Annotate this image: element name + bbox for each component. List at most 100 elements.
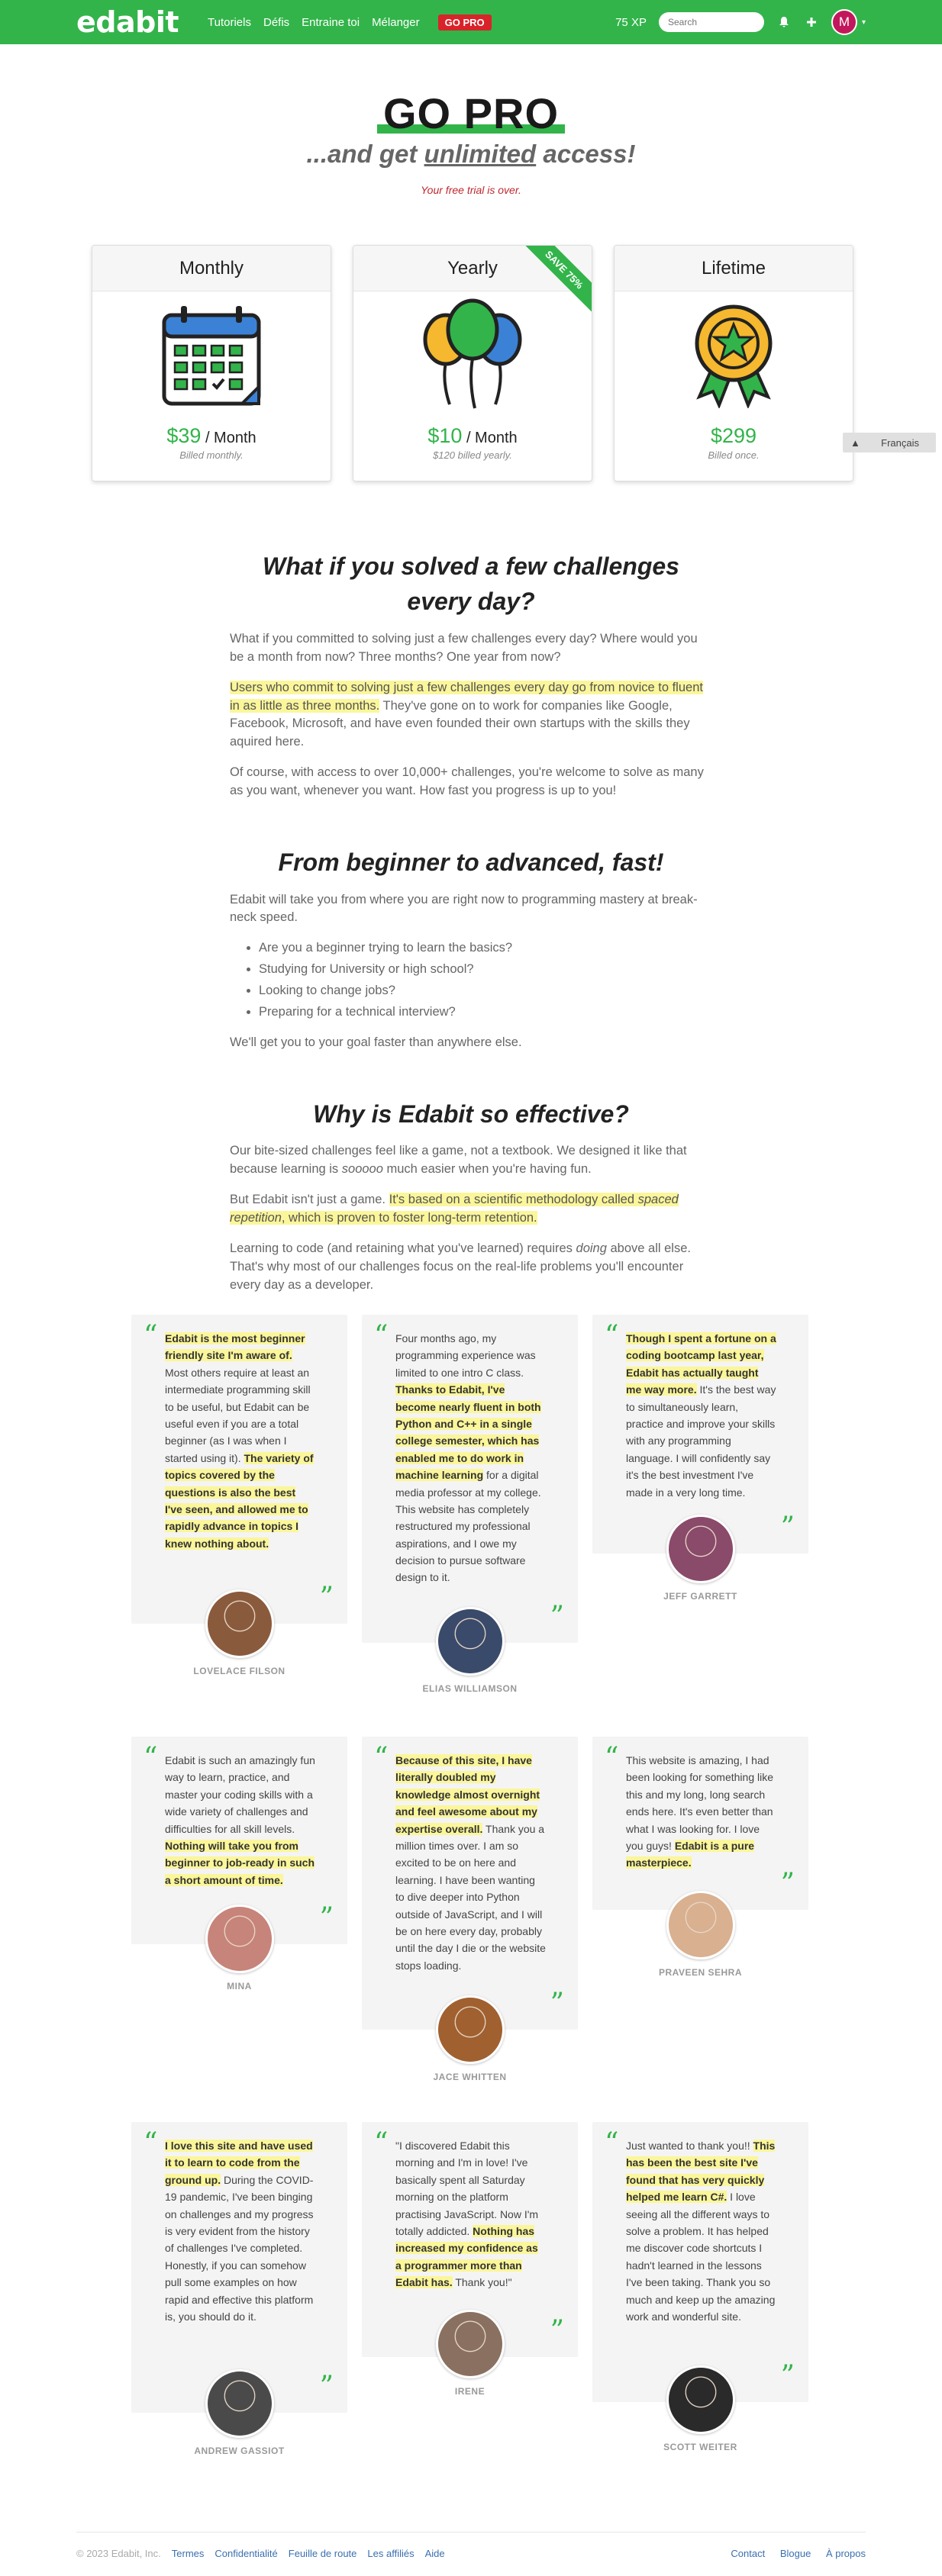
plan-billing: Billed monthly. [179, 449, 244, 461]
plan-card-yearly[interactable]: Yearly SAVE 75% $10 / Month $120 billed … [353, 245, 592, 481]
paragraph: Users who commit to solving just a few c… [230, 680, 703, 749]
footer-link-terms[interactable]: Termes [172, 2548, 205, 2559]
calendar-icon [92, 298, 331, 412]
paragraph: Edabit will take you from where you are … [230, 892, 698, 925]
plan-price: $10 / Month [427, 424, 518, 447]
testimonial-name: ELIAS WILLIAMSON [422, 1683, 518, 1694]
hero: GO PRO ...and get unlimited access! Your… [0, 44, 942, 196]
testimonial-text: This website is amazing, I had been look… [626, 1754, 774, 1869]
open-quote-icon: “ [374, 1742, 389, 1773]
list-item: Preparing for a technical interview? [259, 1003, 712, 1022]
testimonial-author: IRENE [362, 2310, 578, 2397]
testimonial-author: MINA [131, 1905, 347, 1992]
pricing-plans: Monthly $39 / Month Billed monthly. Year… [0, 245, 942, 481]
avatar [666, 1891, 735, 1959]
chevron-down-icon[interactable]: ▾ [862, 18, 866, 27]
open-quote-icon: “ [374, 2127, 389, 2159]
nav-link-tutorials[interactable]: Tutoriels [208, 16, 251, 29]
testimonial-author: SCOTT WEITER [592, 2365, 808, 2452]
paragraph: What if you committed to solving just a … [230, 631, 698, 664]
list-item: Studying for University or high school? [259, 961, 712, 979]
trial-notice: Your free trial is over. [421, 184, 521, 196]
plan-price: $299 [710, 424, 757, 447]
testimonial-text: Edabit is the most beginner friendly sit… [165, 1332, 314, 1550]
open-quote-icon: “ [144, 1320, 158, 1351]
avatar [435, 2310, 505, 2378]
testimonial-name: JEFF GARRETT [663, 1591, 737, 1602]
section-title: Why is Edabit so effective? [313, 1100, 629, 1128]
testimonial-card: “Four months ago, my programming experie… [362, 1315, 578, 1643]
user-avatar[interactable]: M [831, 9, 857, 35]
open-quote-icon: “ [605, 1742, 619, 1773]
testimonial-text: Just wanted to thank you!! This has been… [626, 2140, 776, 2323]
nav-right: 75 XP M ▾ [615, 9, 866, 35]
footer-link-help[interactable]: Aide [425, 2548, 445, 2559]
footer-right: Contact Blogue À propos [718, 2548, 866, 2559]
plan-billing: Billed once. [708, 449, 760, 461]
open-quote-icon: “ [144, 1742, 158, 1773]
paragraph: Learning to code (and retaining what you… [230, 1241, 691, 1292]
list-item: Are you a beginner trying to learn the b… [259, 939, 712, 958]
footer-link-roadmap[interactable]: Feuille de route [289, 2548, 357, 2559]
list-item: Looking to change jobs? [259, 982, 712, 1000]
avatar [666, 1515, 735, 1583]
paragraph: We'll get you to your goal faster than a… [230, 1035, 522, 1050]
nav-links: Tutoriels Défis Entraine toi Mélanger GO… [208, 14, 492, 31]
testimonial-author: LOVELACE FILSON [131, 1589, 347, 1676]
nav-link-practice[interactable]: Entraine toi [302, 16, 360, 29]
page: edabit Tutoriels Défis Entraine toi Méla… [0, 0, 942, 2576]
avatar [435, 1995, 505, 2064]
bell-icon[interactable] [776, 14, 792, 30]
testimonial-text: Because of this site, I have literally d… [395, 1754, 546, 1972]
testimonial-text: Four months ago, my programming experien… [395, 1332, 541, 1584]
content: What if you solved a few challenges ever… [230, 549, 712, 1295]
footer-link-privacy[interactable]: Confidentialité [215, 2548, 277, 2559]
footer-link-about[interactable]: À propos [826, 2548, 866, 2559]
avatar [435, 1607, 505, 1676]
testimonial-card: “This website is amazing, I had been loo… [592, 1737, 808, 1910]
language-selector[interactable]: ▲ Français [843, 433, 936, 452]
page-title: GO PRO [376, 89, 566, 137]
testimonial-author: JEFF GARRETT [592, 1515, 808, 1602]
logo[interactable]: edabit [76, 5, 179, 39]
avatar [205, 1905, 274, 1973]
testimonial-author: JACE WHITTEN [362, 1995, 578, 2082]
plan-card-lifetime[interactable]: Lifetime $299 Billed once. [614, 245, 853, 481]
testimonial-card: “Because of this site, I have literally … [362, 1737, 578, 2030]
section-beginner-advanced: From beginner to advanced, fast! Edabit … [230, 845, 712, 1052]
footer-link-contact[interactable]: Contact [731, 2548, 765, 2559]
testimonial-text: I love this site and have used it to lea… [165, 2140, 314, 2323]
testimonial-text: "I discovered Edabit this morning and I'… [395, 2140, 539, 2289]
testimonial-author: ANDREW GASSIOT [131, 2369, 347, 2456]
paragraph: Our bite-sized challenges feel like a ga… [230, 1144, 687, 1177]
search-input[interactable] [658, 12, 764, 32]
footer: © 2023 Edabit, Inc. Termes Confidentiali… [76, 2532, 866, 2559]
language-label: Français [881, 436, 919, 449]
open-quote-icon: “ [374, 1320, 389, 1351]
nav-link-challenges[interactable]: Défis [263, 16, 289, 29]
paragraph: But Edabit isn't just a game. It's based… [230, 1193, 679, 1225]
balloons-icon [353, 298, 592, 412]
footer-link-affiliates[interactable]: Les affiliés [367, 2548, 414, 2559]
testimonial-author: ELIAS WILLIAMSON [362, 1607, 578, 1694]
testimonial-name: MINA [227, 1981, 252, 1992]
testimonial-card: “Edabit is the most beginner friendly si… [131, 1315, 347, 1624]
plan-name: Lifetime [615, 246, 853, 291]
plus-icon[interactable] [804, 14, 819, 30]
open-quote-icon: “ [605, 2127, 619, 2159]
gopro-button[interactable]: GO PRO [437, 14, 492, 31]
testimonial-name: SCOTT WEITER [663, 2442, 737, 2452]
xp-counter[interactable]: 75 XP [615, 16, 647, 29]
avatar [205, 2369, 274, 2438]
testimonial-name: LOVELACE FILSON [193, 1666, 286, 1676]
plan-billing: $120 billed yearly. [433, 449, 512, 461]
testimonial-card: “Just wanted to thank you!! This has bee… [592, 2122, 808, 2402]
testimonial-name: ANDREW GASSIOT [194, 2446, 285, 2456]
plan-card-monthly[interactable]: Monthly $39 / Month Billed monthly. [92, 245, 331, 481]
footer-link-blog[interactable]: Blogue [780, 2548, 811, 2559]
nav-link-shuffle[interactable]: Mélanger [372, 16, 420, 29]
avatar [205, 1589, 274, 1658]
section-title: What if you solved a few challenges ever… [263, 552, 679, 616]
testimonial-author: PRAVEEN SEHRA [592, 1891, 808, 1978]
plan-price: $39 / Month [166, 424, 256, 447]
